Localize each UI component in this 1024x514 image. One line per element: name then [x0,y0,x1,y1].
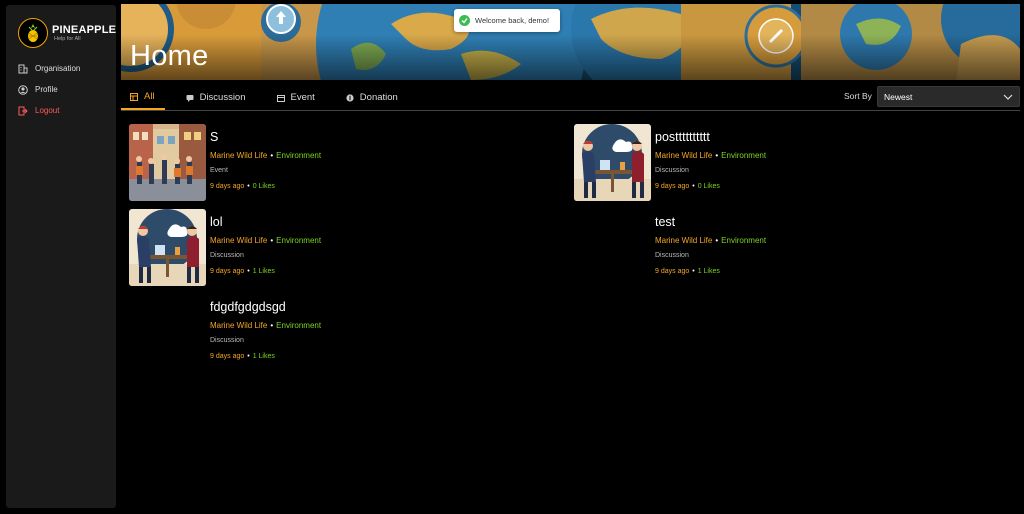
chat-icon [186,94,194,102]
post-type: Discussion [655,167,689,174]
post-subcategory[interactable]: Environment [276,236,321,245]
post-thumbnail[interactable] [574,124,651,201]
post-thumbnail[interactable] [129,209,206,286]
cafe-talk-image [129,209,206,286]
post-age: 9 days ago [210,183,245,190]
post-categories: Marine Wild Life • Environment [210,321,322,330]
sidebar-item-organisation[interactable]: Organisation [18,58,113,79]
building-icon [18,64,28,74]
tab-discussion[interactable]: Discussion [177,85,256,110]
tab-label: Discussion [199,92,246,103]
post-type: Discussion [210,252,244,259]
sidebar-item-label: Profile [35,85,58,94]
post-subcategory[interactable]: Environment [721,236,766,245]
post-meta: 9 days ago • 1 Likes [655,268,720,275]
post-category[interactable]: Marine Wild Life [210,321,267,330]
post-subcategory[interactable]: Environment [276,321,321,330]
post-card[interactable]: test Marine Wild Life • Environment Discus… [574,209,994,287]
post-title[interactable]: fdgdfgdgdsgd [210,300,286,314]
post-thumbnail[interactable] [129,124,206,201]
post-age: 9 days ago [210,268,245,275]
post-likes: 0 Likes [252,183,275,190]
post-title[interactable]: lol [210,215,223,229]
cafe-talk-image [574,124,651,201]
post-card[interactable]: postttttttttt Marine Wild Life • Environme… [574,124,994,202]
brand-tagline: Help for All [54,35,81,42]
user-icon [18,84,28,95]
post-meta: 9 days ago • 0 Likes [210,183,275,190]
dollar-icon [346,93,354,102]
post-category[interactable]: Marine Wild Life [655,236,712,245]
sidebar-nav: Organisation Profile Logout [18,58,113,121]
chevron-down-icon [1003,92,1013,102]
sort-selected-value: Newest [884,91,913,102]
post-likes: 0 Likes [697,183,720,190]
post-categories: Marine Wild Life • Environment [655,151,767,160]
brand[interactable]: PINEAPPLE Help for All [18,18,116,48]
post-type: Discussion [655,252,689,259]
post-age: 9 days ago [655,268,690,275]
sidebar-item-profile[interactable]: Profile [18,79,113,100]
tab-donation[interactable]: Donation [337,85,408,110]
post-title[interactable]: test [655,215,675,229]
sidebar-item-label: Logout [35,106,60,115]
post-likes: 1 Likes [252,268,275,275]
post-meta: 9 days ago • 1 Likes [210,353,275,360]
post-categories: Marine Wild Life • Environment [210,236,322,245]
post-age: 9 days ago [210,353,245,360]
post-title[interactable]: S [210,130,218,144]
post-categories: Marine Wild Life • Environment [210,151,322,160]
post-subcategory[interactable]: Environment [276,151,321,160]
sidebar: PINEAPPLE Help for All Organisation Prof… [6,5,116,508]
post-type: Event [210,167,228,174]
tab-label: Donation [359,92,398,103]
post-title[interactable]: postttttttttt [655,130,710,144]
post-meta: 9 days ago • 0 Likes [655,183,720,190]
post-likes: 1 Likes [697,268,720,275]
post-card[interactable]: fdgdfgdgdsgd Marine Wild Life • Environmen… [129,294,549,372]
welcome-toast[interactable]: Welcome back, demo! [454,9,560,32]
post-likes: 1 Likes [252,353,275,360]
filter-tabs: All Discussion Event Donation [121,85,420,110]
post-category[interactable]: Marine Wild Life [655,151,712,160]
post-age: 9 days ago [655,183,690,190]
sidebar-item-logout[interactable]: Logout [18,100,113,121]
check-circle-icon [459,15,470,26]
brand-name: PINEAPPLE [52,23,117,36]
street-scene-image [129,124,206,201]
post-meta: 9 days ago • 1 Likes [210,268,275,275]
post-type: Discussion [210,337,244,344]
sort-label: Sort By [844,91,872,101]
tabs-divider [121,110,1020,111]
toast-message: Welcome back, demo! [475,16,550,25]
calendar-icon [276,94,285,102]
sort-select[interactable]: Newest [877,86,1020,107]
sidebar-item-label: Organisation [35,64,81,73]
tab-event[interactable]: Event [268,85,325,110]
page-title: Home [130,40,209,72]
post-subcategory[interactable]: Environment [721,151,766,160]
grid-icon [130,92,138,101]
tab-label: All [144,91,155,102]
post-categories: Marine Wild Life • Environment [655,236,767,245]
logout-icon [18,106,28,116]
post-card[interactable]: lol Marine Wild Life • Environment Discuss… [129,209,549,287]
header-banner: Home [121,4,1020,80]
post-card[interactable]: S Marine Wild Life • Environment Event 9 d… [129,124,549,202]
post-category[interactable]: Marine Wild Life [210,236,267,245]
pineapple-logo-icon [18,18,48,48]
tab-all[interactable]: All [121,85,165,110]
tab-label: Event [290,92,315,103]
post-category[interactable]: Marine Wild Life [210,151,267,160]
